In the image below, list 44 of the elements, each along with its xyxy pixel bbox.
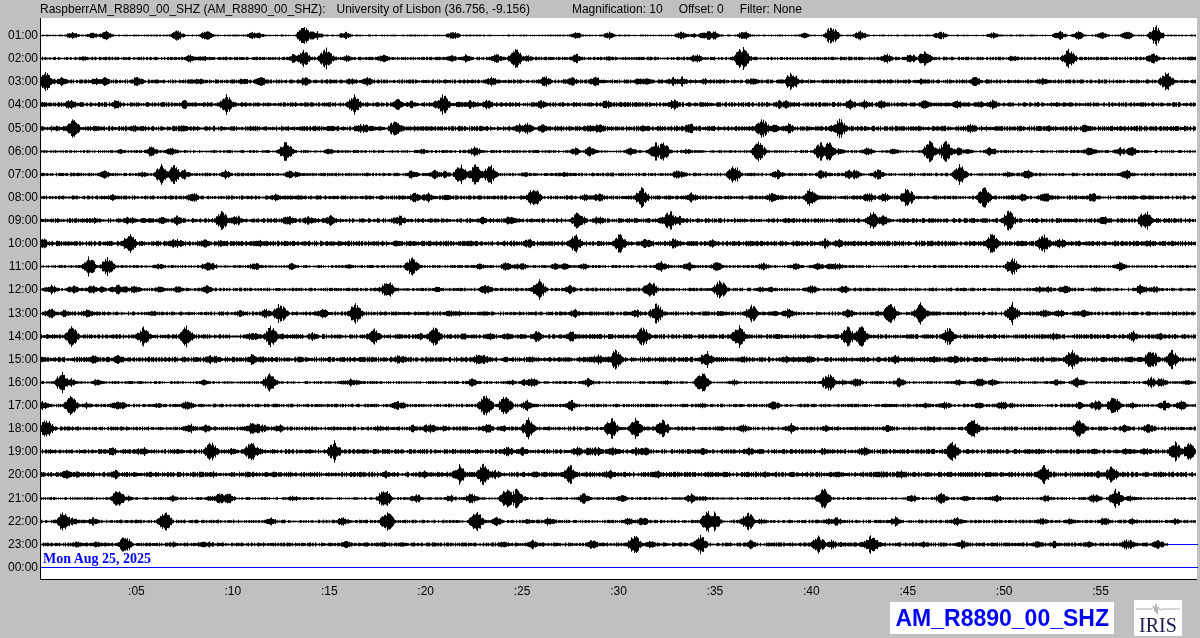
time-tick-label: :25 [513,584,531,598]
time-tick-label: :45 [899,584,917,598]
seismogram-icon [1136,604,1180,614]
channel-label: AM_R8890_00_SHZ [890,602,1114,634]
time-tick-label: :35 [706,584,724,598]
filter-value: Filter: None [739,1,802,18]
time-tick-label: :55 [1092,584,1109,598]
station-name: RaspberrAM_R8890_00_SHZ (AM_R8890_00_SHZ): [40,1,326,18]
hour-label: 21:00 [7,490,38,505]
hour-label: 23:00 [7,536,38,551]
hour-label: 00:00 [7,560,38,574]
hour-label: 08:00 [7,189,38,204]
hour-label: 10:00 [7,236,38,251]
time-tick-label: :40 [803,584,820,598]
hour-label: 16:00 [7,374,38,389]
time-tick-label: :10 [224,584,242,598]
hour-label: 04:00 [7,97,38,112]
hour-label: 11:00 [8,259,38,274]
hour-label: 06:00 [7,143,38,158]
hour-label: 03:00 [7,74,38,89]
hour-label: 22:00 [7,513,38,528]
time-tick-label: :30 [610,584,627,598]
hour-label: 09:00 [7,213,38,228]
hour-label: 12:00 [7,282,38,297]
hour-label: 15:00 [7,351,38,366]
hour-label: 14:00 [7,328,38,343]
time-tick-label: :15 [320,584,338,598]
logo-text: IRIS [1139,614,1177,636]
hour-label: 02:00 [7,51,38,66]
time-tick-label: :05 [128,584,145,598]
hour-label: 17:00 [7,398,38,413]
hour-label: 20:00 [7,467,38,482]
time-tick-label: :50 [995,584,1013,598]
hour-label: 07:00 [7,166,38,181]
hour-label: 05:00 [7,120,38,135]
magnification-value: Magnification: 10 [571,1,663,18]
offset-value: Offset: 0 [678,1,724,18]
station-location: University of Lisbon (36.756, -9.156) [336,1,530,18]
hour-label: 18:00 [7,421,38,436]
hour-label: 13:00 [7,305,38,320]
time-tick-label: :20 [417,584,434,598]
hour-label: 19:00 [7,444,38,459]
date-label: Mon Aug 25, 2025 [43,551,152,567]
hour-label: 01:00 [7,28,38,42]
